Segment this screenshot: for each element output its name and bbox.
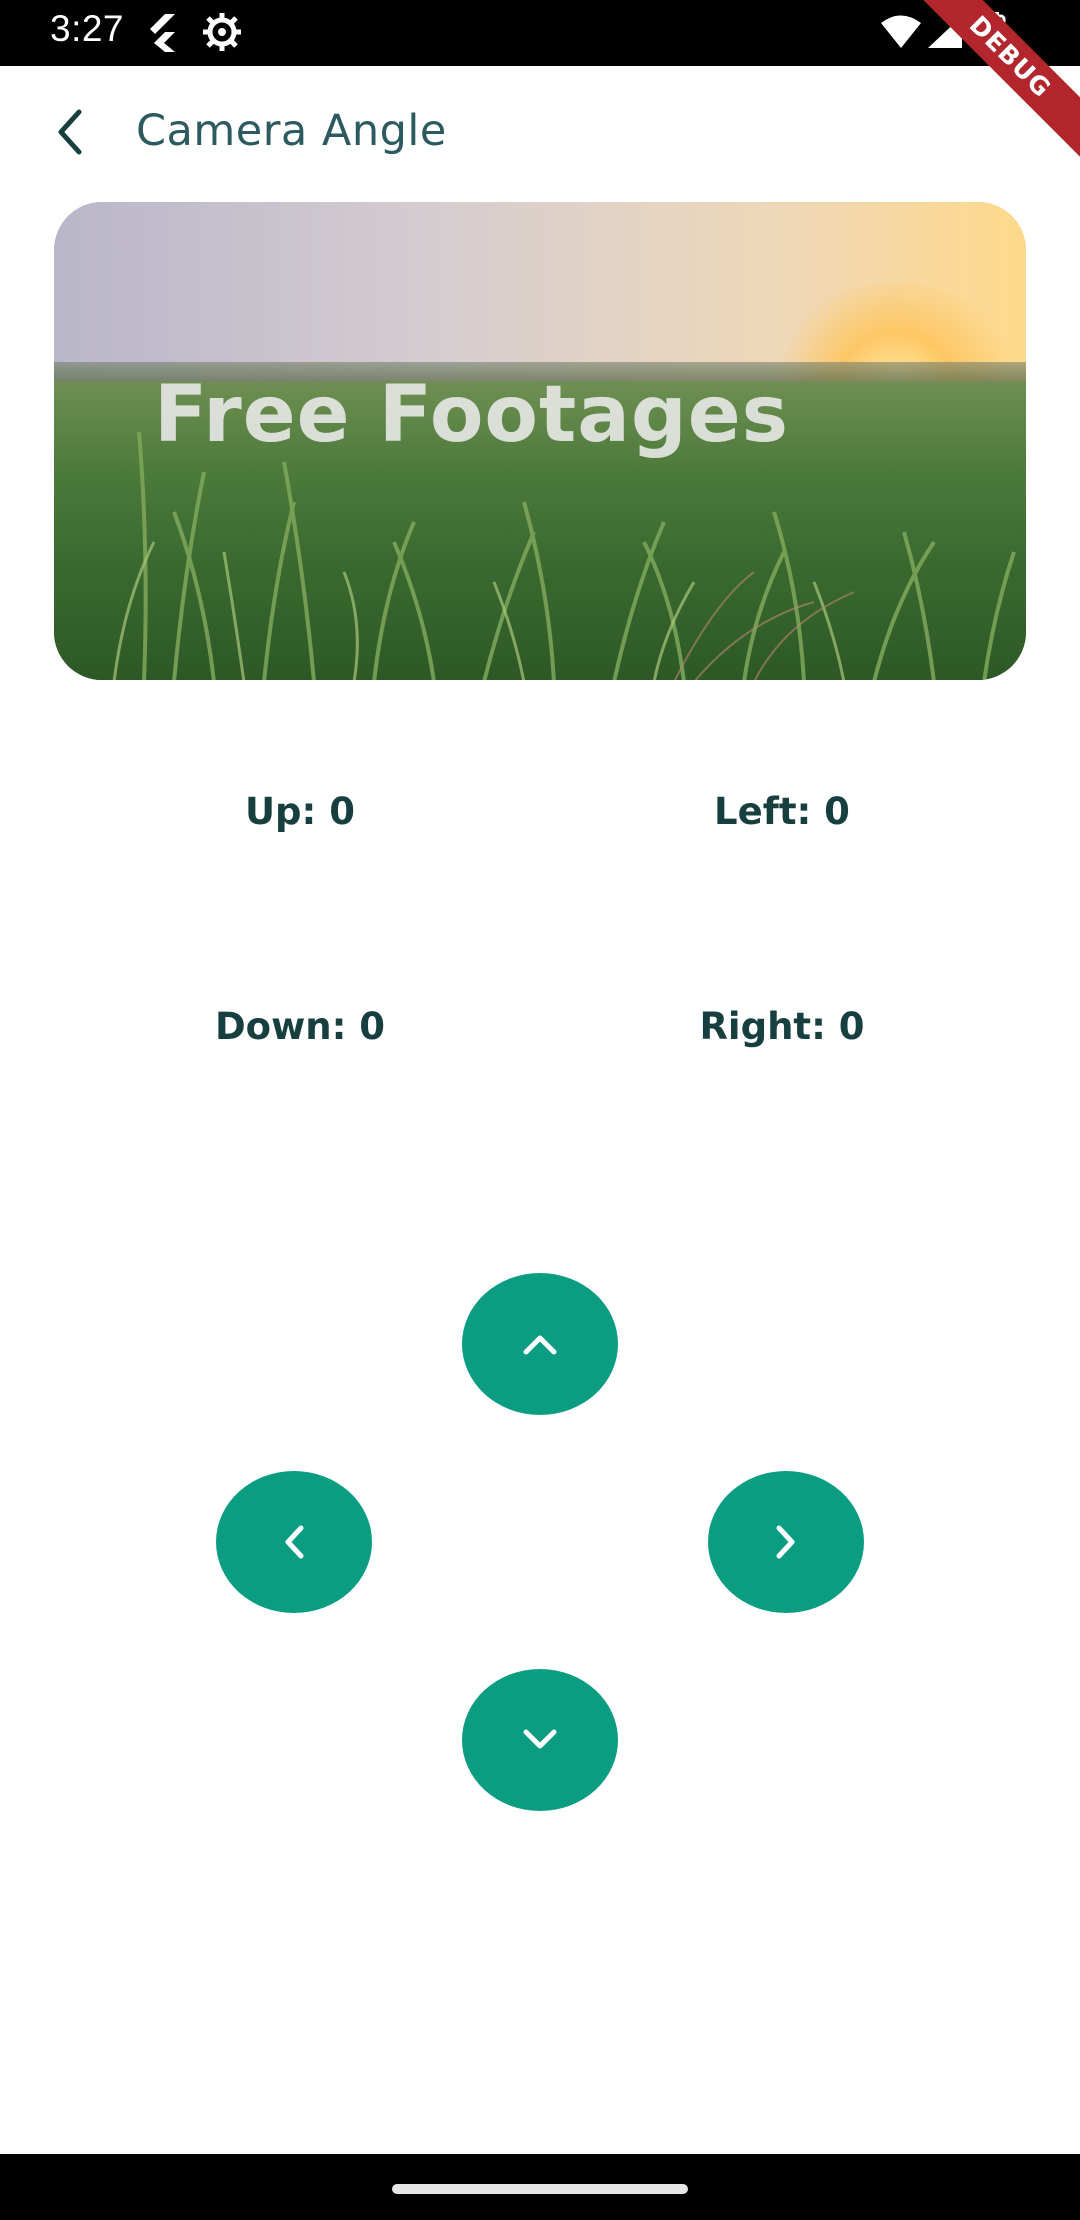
wifi-icon <box>880 14 922 54</box>
right-counter: Right: 0 <box>699 1005 865 1048</box>
video-watermark-text: Free Footages <box>154 370 790 460</box>
camera-video-preview[interactable]: Free Footages <box>54 202 1026 680</box>
chevron-left-icon <box>285 1525 304 1559</box>
pan-right-button[interactable] <box>708 1471 864 1613</box>
gear-icon <box>202 12 242 56</box>
down-counter: Down: 0 <box>214 1005 386 1048</box>
chevron-left-icon <box>58 109 82 155</box>
system-navigation-bar <box>0 2154 1080 2220</box>
status-bar: 3:27 <box>0 0 1080 66</box>
left-counter: Left: 0 <box>714 790 850 833</box>
pan-down-button[interactable] <box>462 1669 618 1811</box>
camera-angle-screen: 3:27 DEBUG Camera Angle Free Footages Up… <box>0 0 1080 2220</box>
flutter-icon <box>145 12 179 56</box>
pan-up-button[interactable] <box>462 1273 618 1415</box>
app-bar: Camera Angle <box>0 66 1080 200</box>
chevron-up-icon <box>523 1335 557 1355</box>
pan-left-button[interactable] <box>216 1471 372 1613</box>
home-indicator[interactable] <box>392 2184 688 2194</box>
status-time: 3:27 <box>50 8 125 49</box>
chevron-right-icon <box>776 1525 795 1559</box>
up-counter: Up: 0 <box>245 790 355 833</box>
back-button[interactable] <box>40 102 100 162</box>
page-title: Camera Angle <box>136 106 447 156</box>
chevron-down-icon <box>523 1729 557 1749</box>
